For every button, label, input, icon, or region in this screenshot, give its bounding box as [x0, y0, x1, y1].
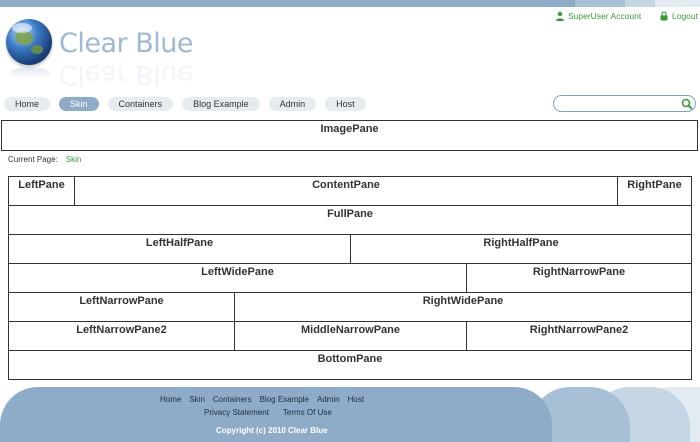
left-narrow-pane-2: LeftNarrowPane2 — [8, 321, 235, 351]
logout-link[interactable]: Logout — [659, 11, 698, 21]
right-half-pane: RightHalfPane — [350, 234, 692, 264]
pane-row: LeftPane ContentPane RightPane — [8, 176, 692, 206]
middle-narrow-pane: MiddleNarrowPane — [234, 321, 467, 351]
superuser-account-link[interactable]: SuperUser Account — [555, 11, 641, 21]
current-page-label: Current Page: — [8, 155, 58, 164]
nav-item-containers[interactable]: Containers — [107, 97, 174, 111]
nav-item-host[interactable]: Host — [325, 97, 366, 111]
footer-link-host[interactable]: Host — [348, 395, 364, 404]
footer-link-skin[interactable]: Skin — [189, 395, 205, 404]
pane-row: BottomPane — [8, 350, 692, 380]
content-pane: ContentPane — [74, 176, 618, 206]
logo-text: Clear Blue — [59, 28, 193, 59]
left-wide-pane: LeftWidePane — [8, 263, 467, 293]
pane-row: LeftNarrowPane2 MiddleNarrowPane RightNa… — [8, 321, 692, 351]
copyright: Copyright (c) 2010 Clear Blue — [216, 426, 328, 435]
search-icon[interactable] — [681, 98, 693, 110]
left-pane: LeftPane — [8, 176, 75, 206]
top-bar-segment — [655, 0, 700, 7]
globe-reflection — [10, 67, 50, 79]
right-narrow-pane-2: RightNarrowPane2 — [466, 321, 692, 351]
right-wide-pane: RightWidePane — [234, 292, 692, 322]
logo-text-reflection: Clear Blue — [59, 59, 193, 90]
superuser-account-label: SuperUser Account — [568, 11, 642, 21]
right-narrow-pane: RightNarrowPane — [466, 263, 692, 293]
pane-row: LeftNarrowPane RightWidePane — [8, 292, 692, 322]
user-icon — [556, 11, 564, 21]
logout-label: Logout — [672, 11, 698, 21]
current-page: Current Page: Skin — [8, 155, 81, 164]
right-pane: RightPane — [617, 176, 692, 206]
privacy-statement-link[interactable]: Privacy Statement — [204, 408, 269, 417]
top-bar-segment — [0, 0, 575, 7]
footer-nav: Home Skin Containers Blog Example Admin … — [160, 395, 364, 404]
nav-item-admin[interactable]: Admin — [268, 97, 317, 111]
footer-link-containers[interactable]: Containers — [213, 395, 252, 404]
terms-of-use-link[interactable]: Terms Of Use — [283, 408, 332, 417]
left-half-pane: LeftHalfPane — [8, 234, 351, 264]
nav-item-home[interactable]: Home — [4, 97, 51, 111]
top-decor-bar — [0, 0, 700, 7]
main-nav: Home Skin Containers Blog Example Admin … — [4, 97, 366, 111]
globe-icon — [6, 19, 52, 65]
lock-icon — [660, 11, 668, 21]
full-pane: FullPane — [8, 205, 692, 235]
footer: Home Skin Containers Blog Example Admin … — [0, 387, 700, 442]
search-input[interactable] — [560, 98, 678, 109]
nav-item-blog-example[interactable]: Blog Example — [182, 97, 260, 111]
top-bar-segment — [575, 0, 625, 7]
site-logo[interactable]: Clear Blue Clear Blue — [6, 19, 206, 90]
bottom-pane: BottomPane — [8, 350, 692, 380]
pane-row: LeftHalfPane RightHalfPane — [8, 234, 692, 264]
footer-legal-links: Privacy Statement Terms Of Use — [204, 408, 332, 417]
current-page-value: Skin — [65, 155, 82, 164]
skin-panes: LeftPane ContentPane RightPane FullPane … — [8, 176, 692, 380]
pane-row: FullPane — [8, 205, 692, 235]
footer-link-home[interactable]: Home — [160, 395, 181, 404]
nav-item-skin[interactable]: Skin — [59, 97, 99, 111]
footer-link-admin[interactable]: Admin — [317, 395, 340, 404]
top-bar-segment — [625, 0, 655, 7]
image-pane: ImagePane — [1, 120, 698, 151]
footer-link-blog-example[interactable]: Blog Example — [260, 395, 309, 404]
left-narrow-pane: LeftNarrowPane — [8, 292, 235, 322]
search-box — [553, 95, 696, 112]
pane-row: LeftWidePane RightNarrowPane — [8, 263, 692, 293]
